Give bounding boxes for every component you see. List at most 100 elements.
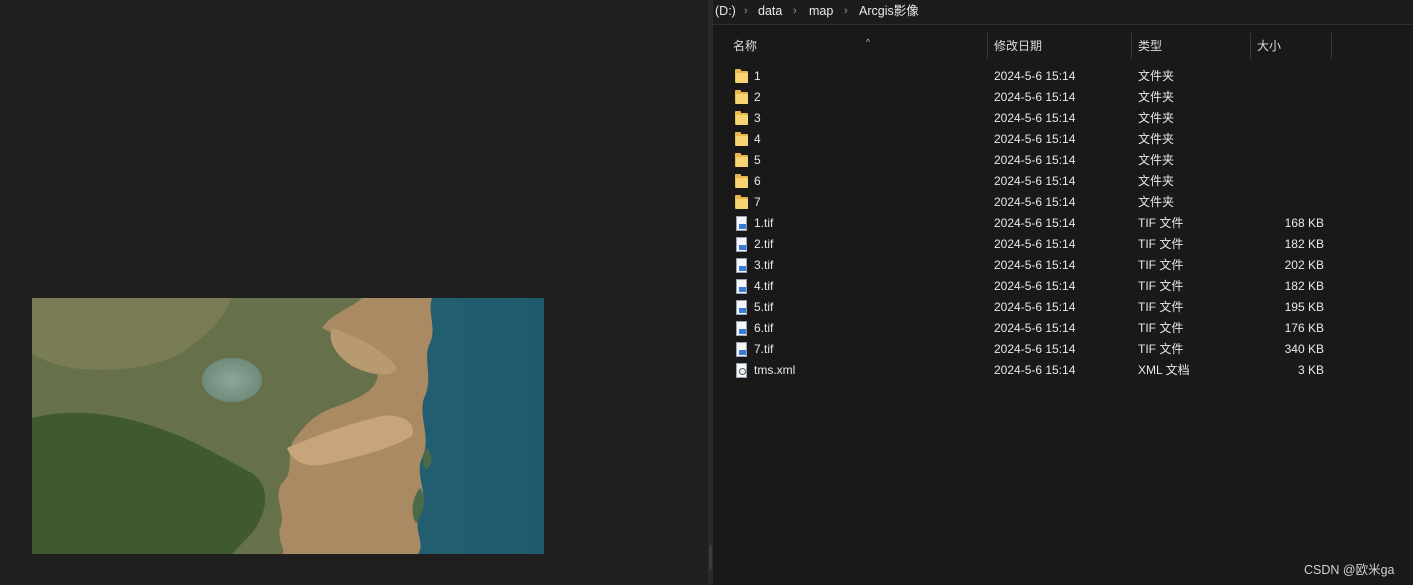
file-type: 文件夹 (1138, 195, 1175, 209)
file-name: 7.tif (754, 342, 774, 356)
file-row[interactable]: 7.tif 2024-5-6 15:14 TIF 文件 340 KB (713, 339, 1413, 360)
file-name: 6 (754, 174, 761, 188)
file-date-modified: 2024-5-6 15:14 (994, 216, 1076, 230)
file-name: 4.tif (754, 279, 774, 293)
breadcrumb-item-arcgis[interactable]: Arcgis影像 (859, 1, 919, 21)
tif-file-icon (735, 342, 749, 357)
file-size: 195 KB (1284, 300, 1324, 314)
file-size: 182 KB (1284, 237, 1324, 251)
column-header-date[interactable]: 修改日期 (988, 33, 1132, 59)
file-date-modified: 2024-5-6 15:14 (994, 153, 1076, 167)
file-name: 5.tif (754, 300, 774, 314)
file-row[interactable]: 4 2024-5-6 15:14 文件夹 (713, 129, 1413, 150)
file-size: 3 KB (1297, 363, 1324, 377)
watermark: CSDN @欧米ga (1304, 563, 1395, 577)
file-row[interactable]: 3 2024-5-6 15:14 文件夹 (713, 108, 1413, 129)
file-type: TIF 文件 (1138, 258, 1184, 272)
file-date-modified: 2024-5-6 15:14 (994, 195, 1076, 209)
tif-file-icon (735, 258, 749, 273)
file-row[interactable]: 2.tif 2024-5-6 15:14 TIF 文件 182 KB (713, 234, 1413, 255)
taihu-lake (202, 358, 262, 402)
file-date-modified: 2024-5-6 15:14 (994, 174, 1076, 188)
folder-icon (735, 111, 749, 126)
file-row[interactable]: 1.tif 2024-5-6 15:14 TIF 文件 168 KB (713, 213, 1413, 234)
folder-icon (735, 90, 749, 105)
file-row[interactable]: 6 2024-5-6 15:14 文件夹 (713, 171, 1413, 192)
folder-icon (735, 174, 749, 189)
file-row[interactable]: 2 2024-5-6 15:14 文件夹 (713, 87, 1413, 108)
satellite-map-image (32, 298, 544, 554)
file-row[interactable]: tms.xml 2024-5-6 15:14 XML 文档 3 KB (713, 360, 1413, 381)
column-header-date-label: 修改日期 (994, 39, 1043, 53)
file-type: TIF 文件 (1138, 237, 1184, 251)
file-type: 文件夹 (1138, 90, 1175, 104)
file-type: TIF 文件 (1138, 342, 1184, 356)
file-type: TIF 文件 (1138, 216, 1184, 230)
file-date-modified: 2024-5-6 15:14 (994, 69, 1076, 83)
folder-icon (735, 153, 749, 168)
column-header-name-label: 名称 (733, 39, 758, 53)
file-date-modified: 2024-5-6 15:14 (994, 90, 1076, 104)
file-date-modified: 2024-5-6 15:14 (994, 237, 1076, 251)
folder-icon (735, 132, 749, 147)
tif-file-icon (735, 321, 749, 336)
file-name: 4 (754, 132, 761, 146)
tif-file-icon (735, 300, 749, 315)
file-size: 202 KB (1284, 258, 1324, 272)
file-row[interactable]: 7 2024-5-6 15:14 文件夹 (713, 192, 1413, 213)
column-header-type-label: 类型 (1138, 39, 1163, 53)
chevron-right-icon: › (793, 5, 797, 17)
sort-ascending-icon: ^ (866, 37, 871, 47)
folder-icon (735, 69, 749, 84)
file-date-modified: 2024-5-6 15:14 (994, 321, 1076, 335)
file-name: 5 (754, 153, 761, 167)
file-date-modified: 2024-5-6 15:14 (994, 111, 1076, 125)
file-name: 7 (754, 195, 761, 209)
file-explorer-window: (D:) › data › map › Arcgis影像 名称 ^ 修改日期 类… (713, 0, 1413, 585)
file-name: 6.tif (754, 321, 774, 335)
file-name: 2 (754, 90, 761, 104)
file-row[interactable]: 1 2024-5-6 15:14 文件夹 (713, 66, 1413, 87)
file-type: 文件夹 (1138, 111, 1175, 125)
file-row[interactable]: 4.tif 2024-5-6 15:14 TIF 文件 182 KB (713, 276, 1413, 297)
column-header-name[interactable]: 名称 ^ (727, 33, 988, 59)
file-date-modified: 2024-5-6 15:14 (994, 132, 1076, 146)
column-header-row: 名称 ^ 修改日期 类型 大小 (713, 33, 1413, 59)
file-size: 340 KB (1284, 342, 1324, 356)
file-name: 1.tif (754, 216, 774, 230)
file-name: 2.tif (754, 237, 774, 251)
file-type: 文件夹 (1138, 132, 1175, 146)
file-type: 文件夹 (1138, 69, 1175, 83)
file-type: TIF 文件 (1138, 321, 1184, 335)
file-name: 3.tif (754, 258, 774, 272)
file-date-modified: 2024-5-6 15:14 (994, 363, 1076, 377)
file-type: 文件夹 (1138, 174, 1175, 188)
map-preview-pane (0, 0, 708, 585)
file-row[interactable]: 6.tif 2024-5-6 15:14 TIF 文件 176 KB (713, 318, 1413, 339)
file-row[interactable]: 3.tif 2024-5-6 15:14 TIF 文件 202 KB (713, 255, 1413, 276)
breadcrumb[interactable]: (D:) › data › map › Arcgis影像 (713, 0, 1413, 25)
file-date-modified: 2024-5-6 15:14 (994, 279, 1076, 293)
file-type: XML 文档 (1138, 363, 1190, 377)
tif-file-icon (735, 279, 749, 294)
file-name: tms.xml (754, 363, 796, 377)
chevron-right-icon: › (744, 5, 748, 17)
file-row[interactable]: 5 2024-5-6 15:14 文件夹 (713, 150, 1413, 171)
file-size: 176 KB (1284, 321, 1324, 335)
column-header-type[interactable]: 类型 (1132, 33, 1251, 59)
file-date-modified: 2024-5-6 15:14 (994, 258, 1076, 272)
file-type: 文件夹 (1138, 153, 1175, 167)
file-row[interactable]: 5.tif 2024-5-6 15:14 TIF 文件 195 KB (713, 297, 1413, 318)
breadcrumb-item-map[interactable]: map (809, 1, 833, 21)
tif-file-icon (735, 237, 749, 252)
divider-grip[interactable] (709, 545, 712, 569)
column-header-size-label: 大小 (1257, 39, 1282, 53)
file-size: 182 KB (1284, 279, 1324, 293)
breadcrumb-item-data[interactable]: data (758, 1, 782, 21)
breadcrumb-drive[interactable]: (D:) (715, 1, 736, 21)
file-type: TIF 文件 (1138, 279, 1184, 293)
satellite-map-svg (32, 298, 544, 554)
folder-icon (735, 195, 749, 210)
file-date-modified: 2024-5-6 15:14 (994, 342, 1076, 356)
column-header-size[interactable]: 大小 (1251, 33, 1332, 59)
